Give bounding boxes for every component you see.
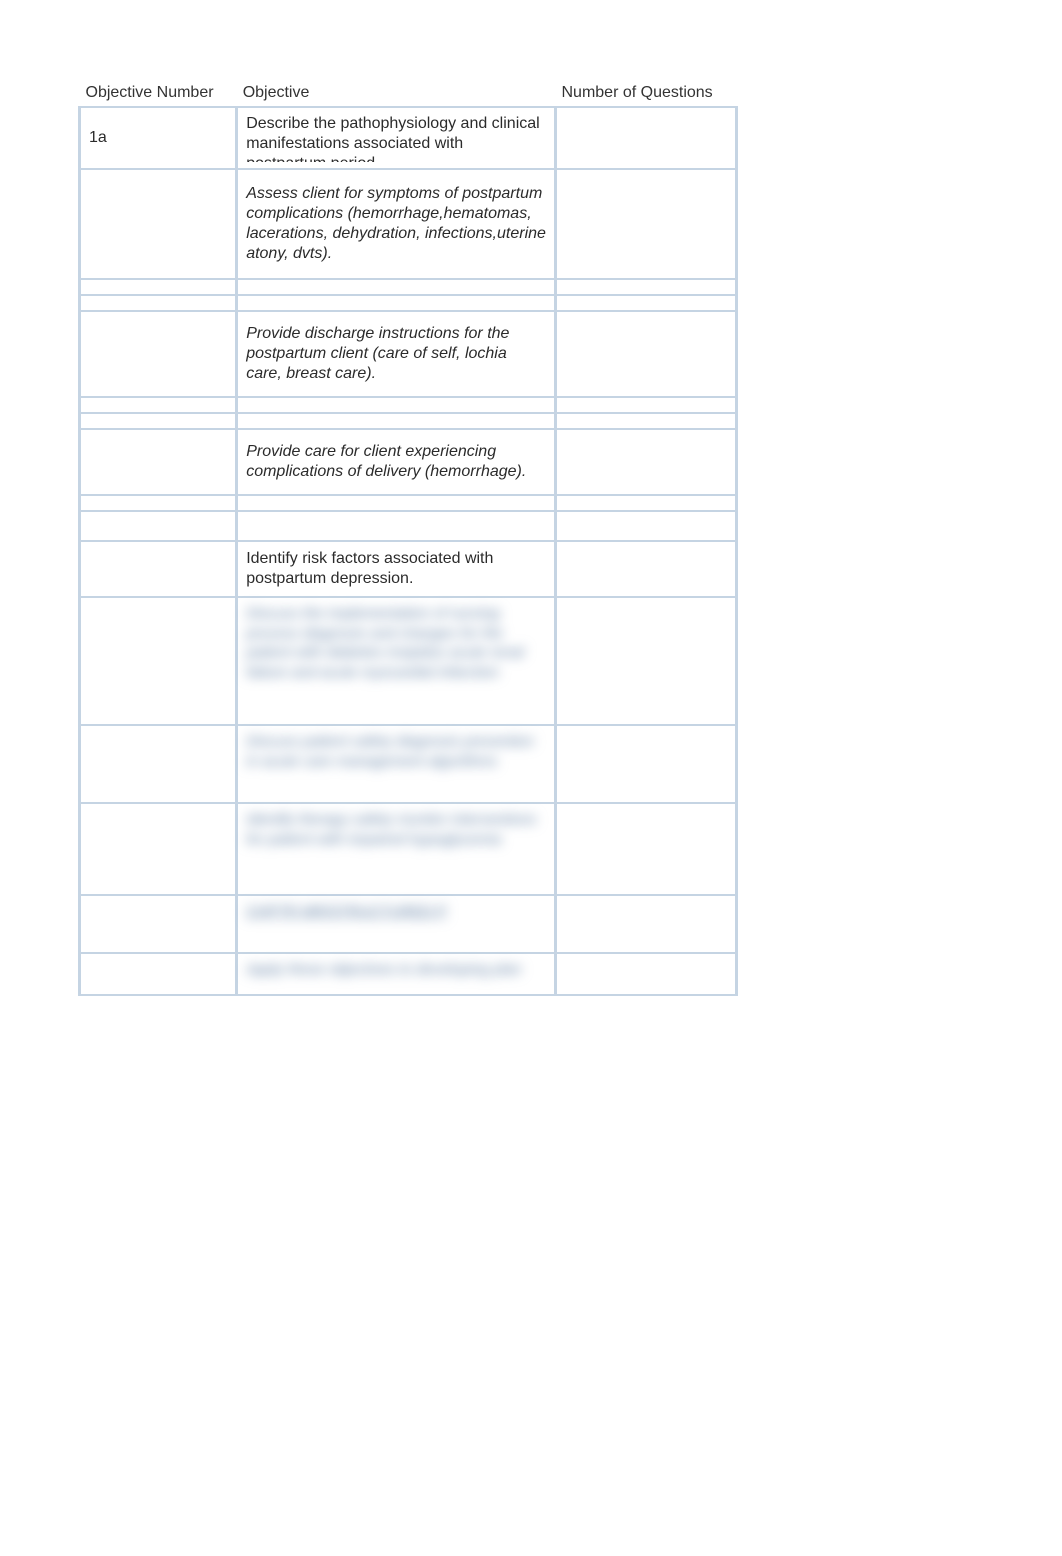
cell-objective: Provide care for client experiencing com… [237, 429, 556, 495]
cell-objective [237, 397, 556, 413]
cell-number-of-questions [555, 311, 736, 397]
header-objective: Objective [237, 80, 556, 107]
table-row [80, 279, 737, 295]
cell-objective-number [80, 295, 237, 311]
table-row: 1a Describe the pathophysiology and clin… [80, 107, 737, 169]
cell-objective-number [80, 429, 237, 495]
cell-number-of-questions [555, 397, 736, 413]
blurred-content: Identify therapy safety monitor interven… [246, 810, 546, 849]
table-row: Identify risk factors associated with po… [80, 541, 737, 597]
cell-number-of-questions [555, 541, 736, 597]
table-row [80, 295, 737, 311]
cell-number-of-questions [555, 429, 736, 495]
blurred-content: Apply these objectives to developing pla… [246, 960, 546, 980]
cell-number-of-questions [555, 895, 736, 953]
cell-objective [237, 413, 556, 429]
cell-number-of-questions [555, 495, 736, 511]
cell-objective: Identify risk factors associated with po… [237, 541, 556, 597]
cell-objective-number [80, 169, 237, 279]
table-row [80, 397, 737, 413]
cell-number-of-questions [555, 953, 736, 995]
blurred-content: CHPTR MR/STRUCTURED P [246, 902, 546, 922]
cell-objective-number [80, 413, 237, 429]
blurred-content: Discuss the implementation of nursing pr… [246, 604, 546, 682]
cell-number-of-questions [555, 295, 736, 311]
objective-text: Describe the pathophysiology and clinica… [246, 114, 546, 154]
cell-objective-number [80, 511, 237, 541]
cell-objective: Describe the pathophysiology and clinica… [237, 107, 556, 169]
objectives-table: Objective Number Objective Number of Que… [78, 80, 738, 996]
cell-number-of-questions [555, 725, 736, 803]
cell-objective-number [80, 495, 237, 511]
cell-objective [237, 511, 556, 541]
table-row: Apply these objectives to developing pla… [80, 953, 737, 995]
cell-objective: Assess client for symptoms of postpartum… [237, 169, 556, 279]
cell-objective-number [80, 803, 237, 895]
cell-objective [237, 295, 556, 311]
cell-objective-number [80, 279, 237, 295]
cell-number-of-questions [555, 413, 736, 429]
cell-objective-number: 1a [80, 107, 237, 169]
cell-objective: Discuss the implementation of nursing pr… [237, 597, 556, 725]
cell-objective-number [80, 597, 237, 725]
table-row: Discuss the implementation of nursing pr… [80, 597, 737, 725]
cell-number-of-questions [555, 803, 736, 895]
cell-objective-number [80, 397, 237, 413]
cell-number-of-questions [555, 107, 736, 169]
cell-number-of-questions [555, 597, 736, 725]
cell-objective [237, 495, 556, 511]
objective-text-cut: postpartum period [246, 154, 546, 162]
header-number-of-questions: Number of Questions [555, 80, 736, 107]
cell-objective-number [80, 311, 237, 397]
header-objective-number: Objective Number [80, 80, 237, 107]
cell-number-of-questions [555, 511, 736, 541]
cell-objective-number [80, 895, 237, 953]
table-row: Provide care for client experiencing com… [80, 429, 737, 495]
cell-objective: Provide discharge instructions for the p… [237, 311, 556, 397]
cell-objective: Discuss patient safety diagnosis prevent… [237, 725, 556, 803]
table-row: Provide discharge instructions for the p… [80, 311, 737, 397]
table-row: Identify therapy safety monitor interven… [80, 803, 737, 895]
table-row: Discuss patient safety diagnosis prevent… [80, 725, 737, 803]
blurred-content: Discuss patient safety diagnosis prevent… [246, 732, 546, 771]
cell-number-of-questions [555, 279, 736, 295]
cell-objective: CHPTR MR/STRUCTURED P [237, 895, 556, 953]
cell-number-of-questions [555, 169, 736, 279]
cell-objective-number [80, 953, 237, 995]
cell-objective-number [80, 541, 237, 597]
table-row: CHPTR MR/STRUCTURED P [80, 895, 737, 953]
cell-objective-number [80, 725, 237, 803]
table-row [80, 495, 737, 511]
cell-objective: Apply these objectives to developing pla… [237, 953, 556, 995]
table-header-row: Objective Number Objective Number of Que… [80, 80, 737, 107]
table-row [80, 413, 737, 429]
table-row [80, 511, 737, 541]
table-row: Assess client for symptoms of postpartum… [80, 169, 737, 279]
cell-objective: Identify therapy safety monitor interven… [237, 803, 556, 895]
cell-objective [237, 279, 556, 295]
